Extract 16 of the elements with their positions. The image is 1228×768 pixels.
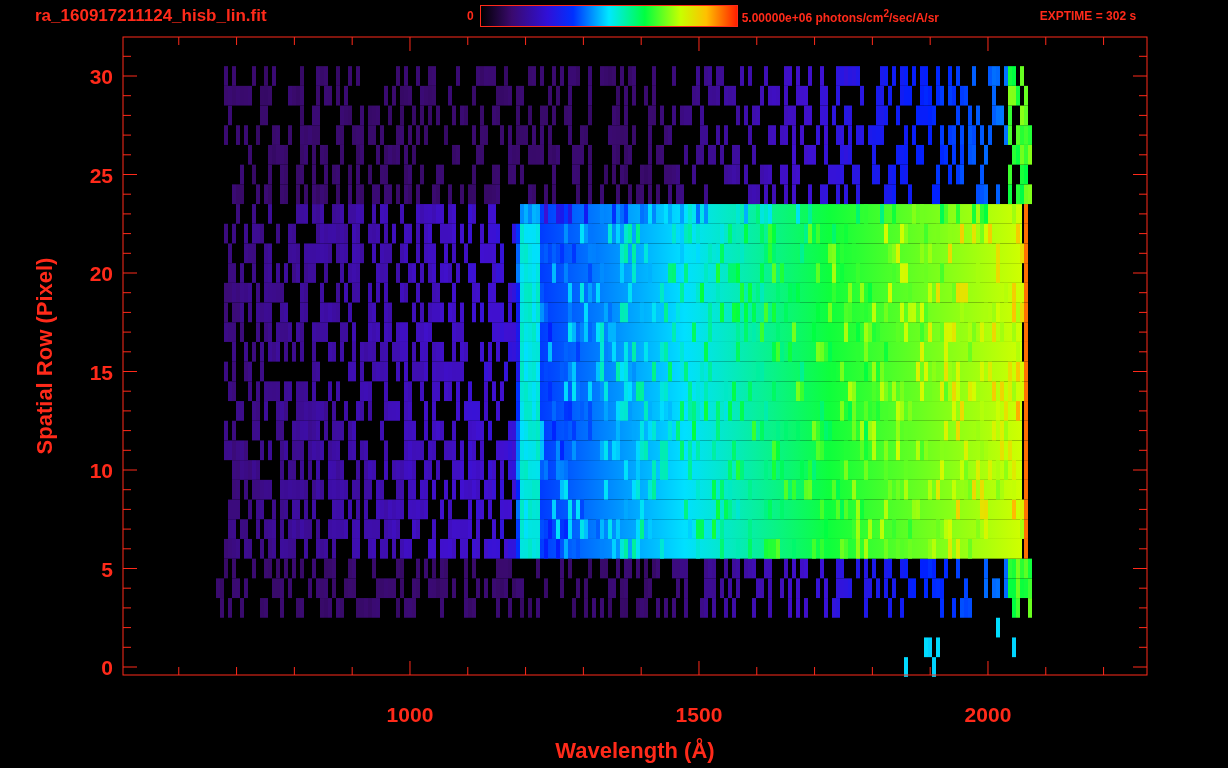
colorbar-max-label: 5.00000e+06 photons/cm$^{2}$/sec/A/sr <box>741 7 941 25</box>
tick-label: 2000 <box>964 703 1012 726</box>
y-axis-title: Spatial Row (Pixel) <box>32 257 57 455</box>
tick-label: 1000 <box>386 703 434 726</box>
tick-label: 20 <box>89 262 113 285</box>
tick-label: 25 <box>89 163 113 187</box>
colorbar-min-label: 0 <box>467 9 474 23</box>
file-title: ra_160917211124_hisb_lin.fit <box>35 6 268 26</box>
x-axis-title: Wavelength (Å) <box>555 738 715 763</box>
exposure-time: EXPTIME = 302 s <box>1039 9 1137 23</box>
tick-label: 10 <box>89 459 113 482</box>
tick-label: 5 <box>101 557 113 581</box>
tick-label: 30 <box>89 65 113 88</box>
tick-label: 1500 <box>675 703 723 726</box>
tick-label: 0 <box>101 656 113 679</box>
tick-label: 15 <box>89 360 113 384</box>
